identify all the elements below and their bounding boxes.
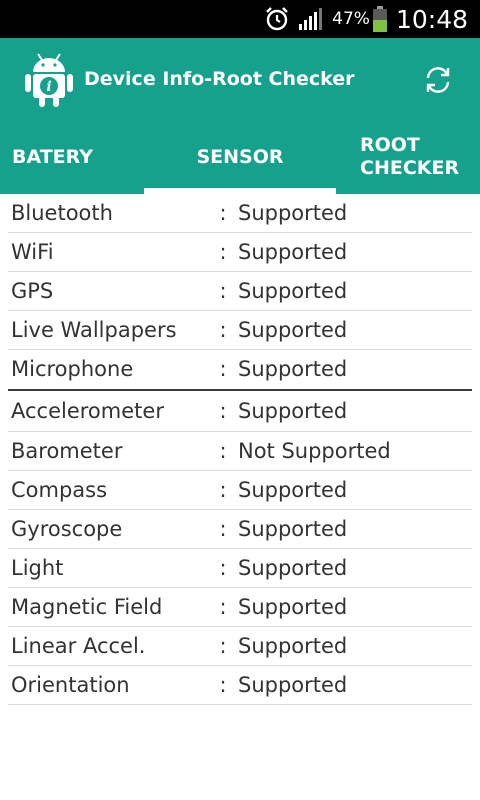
list-item: Linear Accel. : Supported [8, 627, 472, 666]
item-name: Microphone [11, 357, 134, 381]
item-name: Compass [11, 478, 108, 502]
tab-root-checker[interactable]: ROOT CHECKER [336, 120, 480, 194]
list-item: Gyroscope : Supported [8, 510, 472, 549]
item-value: Supported [238, 634, 348, 658]
item-value: Supported [238, 673, 348, 697]
item-separator: : [219, 595, 227, 619]
list-item: Magnetic Field : Supported [8, 588, 472, 627]
item-name: Live Wallpapers [11, 318, 177, 342]
item-name: GPS [11, 279, 54, 303]
tab-bar: BATERY SENSOR ROOT CHECKER [0, 120, 480, 194]
item-value: Supported [238, 357, 348, 381]
clock: 10:48 [395, 4, 468, 34]
tab-sensor[interactable]: SENSOR [144, 120, 336, 194]
item-value: Supported [238, 318, 348, 342]
item-separator: : [219, 439, 227, 463]
battery-icon [372, 6, 388, 32]
item-separator: : [219, 201, 227, 225]
tab-label-line-1: ROOT [360, 134, 420, 156]
item-separator: : [219, 399, 227, 423]
item-name: Orientation [11, 673, 130, 697]
item-value: Not Supported [238, 439, 391, 463]
item-name: Barometer [11, 439, 123, 463]
item-separator: : [219, 556, 227, 580]
item-value: Supported [238, 595, 348, 619]
list-item: Barometer : Not Supported [8, 432, 472, 471]
item-name: Accelerometer [11, 399, 164, 423]
item-name: WiFi [11, 240, 54, 264]
item-separator: : [219, 478, 227, 502]
item-name: Gyroscope [11, 517, 123, 541]
list-item: GPS : Supported [8, 272, 472, 311]
item-value: Supported [238, 478, 348, 502]
item-name: Magnetic Field [11, 595, 163, 619]
tab-label: SENSOR [196, 146, 284, 168]
list-item: Microphone : Supported [8, 350, 472, 388]
list-item: Live Wallpapers : Supported [8, 311, 472, 350]
item-separator: : [219, 517, 227, 541]
item-separator: : [219, 673, 227, 697]
list-item: Compass : Supported [8, 471, 472, 510]
tab-batery[interactable]: BATERY [0, 120, 144, 194]
info-list: Bluetooth : Supported WiFi : Supported G… [0, 194, 480, 705]
app-title: Device Info-Root Checker [84, 68, 355, 90]
item-value: Supported [238, 240, 348, 264]
app-bar: i Device Info-Root Checker [0, 38, 480, 120]
item-value: Supported [238, 279, 348, 303]
list-item: WiFi : Supported [8, 233, 472, 272]
item-separator: : [219, 634, 227, 658]
signal-icon [298, 8, 324, 30]
list-item: Accelerometer : Supported [8, 391, 472, 432]
tab-label: BATERY [12, 146, 94, 168]
status-bar: 47% 10:48 [0, 0, 480, 38]
item-name: Light [11, 556, 64, 580]
list-item: Orientation : Supported [8, 666, 472, 705]
tab-selected-indicator [144, 188, 336, 194]
item-name: Linear Accel. [11, 634, 146, 658]
tab-label-line-2: CHECKER [360, 157, 460, 179]
item-separator: : [219, 279, 227, 303]
item-value: Supported [238, 201, 348, 225]
svg-text:i: i [46, 79, 51, 95]
item-separator: : [219, 318, 227, 342]
item-value: Supported [238, 517, 348, 541]
item-separator: : [219, 357, 227, 381]
list-item: Bluetooth : Supported [8, 194, 472, 233]
item-separator: : [219, 240, 227, 264]
item-value: Supported [238, 556, 348, 580]
battery-percent: 47% [332, 9, 370, 29]
list-item: Light : Supported [8, 549, 472, 588]
item-name: Bluetooth [11, 201, 113, 225]
refresh-icon[interactable] [422, 64, 454, 96]
alarm-icon [264, 6, 290, 32]
android-info-icon: i [24, 50, 74, 108]
item-value: Supported [238, 399, 348, 423]
tab-label: ROOT CHECKER [360, 134, 459, 180]
